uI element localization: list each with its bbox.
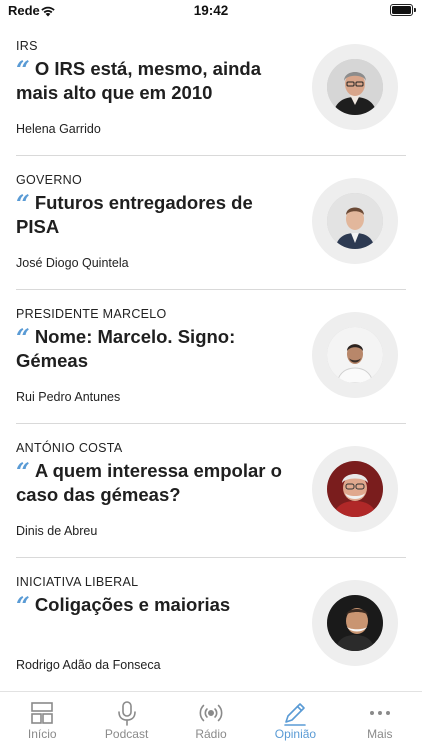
author-photo bbox=[327, 327, 383, 383]
article-title[interactable]: “O IRS está, mesmo, ainda mais alto que … bbox=[16, 57, 298, 105]
clock: 19:42 bbox=[193, 3, 229, 18]
article-author[interactable]: Rodrigo Adão da Fonseca bbox=[16, 658, 161, 672]
pen-icon bbox=[282, 700, 308, 726]
author-photo bbox=[327, 193, 383, 249]
more-dots-icon bbox=[367, 700, 393, 726]
article-title-text: Futuros entregadores de PISA bbox=[16, 192, 253, 237]
author-photo bbox=[327, 59, 383, 115]
article-author[interactable]: Rui Pedro Antunes bbox=[16, 390, 120, 404]
tab-radio[interactable]: Rádio bbox=[169, 692, 253, 750]
tab-podcast[interactable]: Podcast bbox=[84, 692, 168, 750]
tab-label: Rádio bbox=[195, 727, 227, 741]
quote-icon: “ bbox=[16, 591, 30, 620]
article-card[interactable]: PRESIDENTE MARCELO “Nome: Marcelo. Signo… bbox=[16, 290, 406, 424]
tab-label: Início bbox=[27, 727, 57, 741]
battery-icon bbox=[390, 4, 416, 16]
article-topic[interactable]: GOVERNO bbox=[16, 173, 82, 187]
quote-icon: “ bbox=[16, 323, 30, 352]
author-avatar[interactable] bbox=[312, 44, 398, 130]
quote-icon: “ bbox=[16, 55, 30, 84]
author-avatar[interactable] bbox=[312, 446, 398, 532]
article-author[interactable]: Dinis de Abreu bbox=[16, 524, 97, 538]
article-author[interactable]: Helena Garrido bbox=[16, 122, 101, 136]
tab-opiniao[interactable]: Opinião bbox=[253, 692, 337, 750]
article-card[interactable]: IRS “O IRS está, mesmo, ainda mais alto … bbox=[16, 22, 406, 156]
microphone-icon bbox=[114, 700, 140, 726]
article-title-text: Coligações e maiorias bbox=[34, 594, 231, 615]
tab-bar: Início Podcast Rádio Opinião Mais bbox=[0, 691, 422, 750]
article-card[interactable]: INICIATIVA LIBERAL “Coligações e maioria… bbox=[16, 558, 406, 692]
author-avatar[interactable] bbox=[312, 580, 398, 666]
status-bar: Rede 19:42 bbox=[0, 0, 422, 22]
tab-inicio[interactable]: Início bbox=[0, 692, 84, 750]
article-card[interactable]: GOVERNO “Futuros entregadores de PISA Jo… bbox=[16, 156, 406, 290]
quote-icon: “ bbox=[16, 457, 30, 486]
article-title-text: O IRS está, mesmo, ainda mais alto que e… bbox=[16, 58, 262, 103]
tab-label: Opinião bbox=[274, 727, 317, 741]
article-title[interactable]: “Coligações e maiorias bbox=[16, 591, 298, 620]
article-title-text: A quem interessa empolar o caso das géme… bbox=[16, 460, 282, 505]
article-title[interactable]: “A quem interessa empolar o caso das gém… bbox=[16, 459, 298, 507]
tab-label: Mais bbox=[367, 727, 393, 741]
tab-mais[interactable]: Mais bbox=[338, 692, 422, 750]
home-grid-icon bbox=[29, 700, 55, 726]
article-topic[interactable]: IRS bbox=[16, 39, 38, 53]
article-topic[interactable]: INICIATIVA LIBERAL bbox=[16, 575, 138, 589]
article-topic[interactable]: ANTÓNIO COSTA bbox=[16, 441, 122, 455]
author-avatar[interactable] bbox=[312, 178, 398, 264]
author-photo bbox=[327, 595, 383, 651]
author-photo bbox=[327, 461, 383, 517]
quote-icon: “ bbox=[16, 189, 30, 218]
article-title[interactable]: “Futuros entregadores de PISA bbox=[16, 191, 298, 239]
article-title[interactable]: “Nome: Marcelo. Signo: Gémeas bbox=[16, 325, 298, 373]
radio-broadcast-icon bbox=[198, 700, 224, 726]
opinion-list[interactable]: IRS “O IRS está, mesmo, ainda mais alto … bbox=[0, 22, 422, 692]
author-avatar[interactable] bbox=[312, 312, 398, 398]
article-title-text: Nome: Marcelo. Signo: Gémeas bbox=[16, 326, 236, 371]
tab-label: Podcast bbox=[104, 727, 149, 741]
article-card[interactable]: ANTÓNIO COSTA “A quem interessa empolar … bbox=[16, 424, 406, 558]
article-topic[interactable]: PRESIDENTE MARCELO bbox=[16, 307, 167, 321]
article-author[interactable]: José Diogo Quintela bbox=[16, 256, 129, 270]
